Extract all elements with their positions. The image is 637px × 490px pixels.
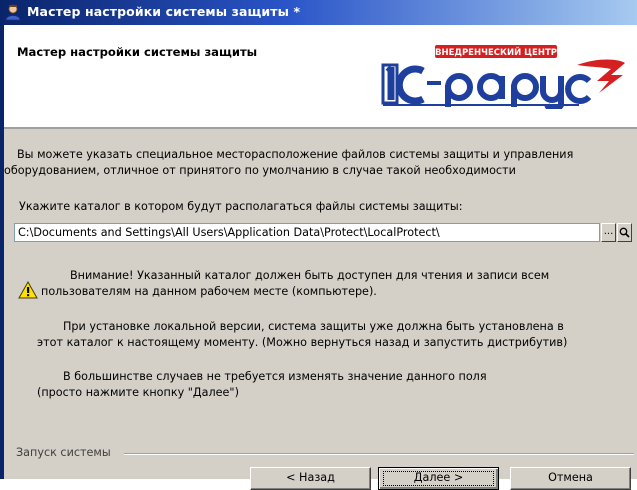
page-title: Мастер настройки системы защиты [17, 45, 258, 59]
default-text-1: В большинстве случаев не требуется измен… [63, 370, 487, 383]
intro-text-2: оборудованием, отличное от принятого по … [4, 164, 516, 177]
wizard-content: Вы можете указать специальное местораспо… [4, 129, 637, 490]
warning-text-2: пользователям на данном рабочем месте (к… [41, 285, 377, 298]
path-label: Укажите каталог в котором будут располаг… [19, 200, 463, 213]
window-title: Мастер настройки системы защиты * [27, 4, 301, 19]
rarus-logo: ВНЕДРЕНЧЕСКИЙ ЦЕНТР [381, 45, 625, 109]
logo-banner: ВНЕДРЕНЧЕСКИЙ ЦЕНТР [435, 46, 557, 58]
warning-text-1: Внимание! Указанный каталог должен быть … [70, 269, 550, 282]
warning-icon [18, 281, 38, 299]
startup-group-label: Запуск системы [16, 446, 111, 459]
path-value: C:\Documents and Settings\All Users\Appl… [18, 226, 440, 239]
app-icon [5, 4, 21, 21]
title-bar[interactable]: Мастер настройки системы защиты * [0, 0, 637, 25]
local-text-2: этот каталог к настоящему моменту. (Можн… [37, 336, 568, 349]
search-button[interactable] [617, 223, 632, 242]
intro-text-1: Вы можете указать специальное местораспо… [17, 148, 574, 161]
group-separator [124, 453, 634, 455]
magnifier-icon [619, 227, 630, 238]
browse-button[interactable]: ... [601, 223, 616, 242]
default-text-2: (просто нажмите кнопку "Далее") [37, 386, 239, 399]
wizard-header: Мастер настройки системы защиты ВНЕДРЕНЧ… [4, 25, 637, 127]
path-input[interactable]: C:\Documents and Settings\All Users\Appl… [14, 223, 600, 242]
local-text-1: При установке локальной версии, система … [63, 320, 564, 333]
